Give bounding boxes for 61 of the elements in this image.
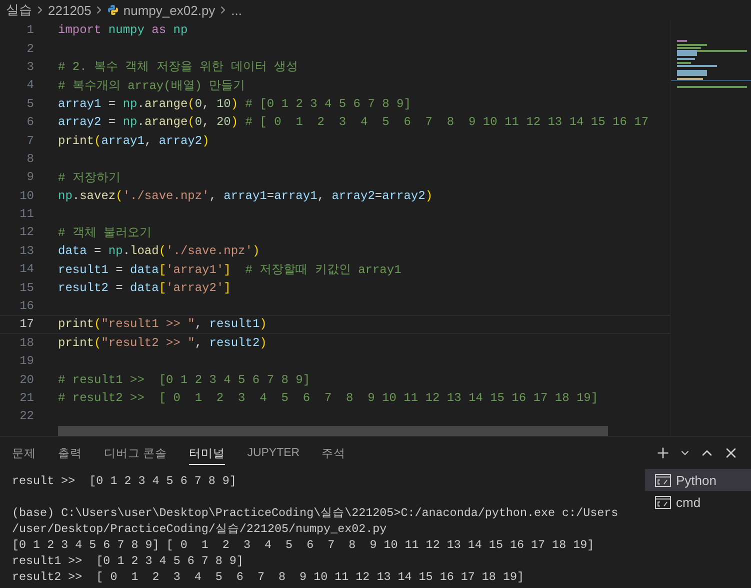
code-line: result2 = data['array2'] xyxy=(58,280,231,295)
code-line: print("result2 >> ", result2) xyxy=(58,336,267,350)
line-number: 16 xyxy=(18,299,34,314)
code-line: result1 = data['array1'] # 저장할때 키값인 array1 xyxy=(58,262,402,278)
panel-tab[interactable]: 터미널 xyxy=(189,442,226,464)
line-number: 14 xyxy=(18,262,34,276)
code-line: data = np.load('./save.npz') xyxy=(58,244,260,258)
panel-tab[interactable]: 문제 xyxy=(12,442,36,464)
breadcrumb-item[interactable]: 실습 xyxy=(6,1,32,19)
line-number: 11 xyxy=(18,207,34,222)
line-number: 10 xyxy=(18,188,34,203)
terminal-line: [0 1 2 3 4 5 6 7 8 9] [ 0 1 2 3 4 5 6 7 8 9 10 11 12 13 14 15 16 17 18 19] xyxy=(12,537,596,553)
python-file-icon xyxy=(107,4,120,16)
panel-tab[interactable]: JUPYTER xyxy=(247,443,300,463)
line-number: 20 xyxy=(18,372,34,387)
code-line: # result1 >> [0 1 2 3 4 5 6 7 8 9] xyxy=(58,372,310,387)
line-number: 21 xyxy=(18,391,34,405)
terminal-icon xyxy=(655,496,671,508)
plus-icon[interactable] xyxy=(655,445,671,461)
line-number: 22 xyxy=(18,409,34,424)
line-number: 2 xyxy=(26,42,34,56)
code-line: print(array1, array2) xyxy=(58,134,210,148)
terminal-line: result >> [0 1 2 3 4 5 6 7 8 9] xyxy=(12,473,238,489)
line-number: 1 xyxy=(26,23,34,38)
breadcrumb-item[interactable]: ... xyxy=(231,2,242,18)
horizontal-scrollbar[interactable] xyxy=(58,426,608,436)
line-number: 18 xyxy=(18,336,34,350)
code-line: # 객체 불러오기 xyxy=(58,225,152,241)
code-line: # 복수개의 array(배열) 만들기 xyxy=(58,78,246,94)
line-number: 5 xyxy=(26,96,34,111)
code-line: np.savez('./save.npz', array1=array1, array2=array2) xyxy=(58,188,433,203)
code-line: print("result1 >> ", result1) xyxy=(58,317,267,332)
line-number: 13 xyxy=(18,244,34,258)
terminal-list-item[interactable]: cmd xyxy=(645,491,751,513)
terminal-line: /user/Desktop/PracticeCoding/실습/221205/numpy_ex02.py xyxy=(12,521,388,537)
terminal-icon xyxy=(655,474,671,486)
panel-tab[interactable]: 주석 xyxy=(322,442,346,464)
breadcrumb-item[interactable]: 221205 xyxy=(48,2,92,18)
line-number: 19 xyxy=(18,354,34,368)
line-number: 4 xyxy=(26,78,34,92)
line-number: 15 xyxy=(18,280,34,295)
terminal-list-item[interactable]: Python xyxy=(645,469,751,491)
line-number: 3 xyxy=(26,60,34,74)
terminal-line: result1 >> [0 1 2 3 4 5 6 7 8 9] xyxy=(12,553,244,569)
panel-tab[interactable]: 디버그 콘솔 xyxy=(104,442,168,464)
code-line: array1 = np.arange(0, 10) # [0 1 2 3 4 5 6 7 8 9] xyxy=(58,96,411,111)
line-number: 6 xyxy=(26,115,34,130)
line-number: 8 xyxy=(26,152,34,166)
terminal-line: result2 >> [ 0 1 2 3 4 5 6 7 8 9 10 11 12 13 14 15 16 17 18 19] xyxy=(12,569,525,585)
code-line: # result2 >> [ 0 1 2 3 4 5 6 7 8 9 10 11 12 13 14 15 16 17 18 19] xyxy=(58,391,598,405)
line-number: 17 xyxy=(18,317,34,332)
line-number: 9 xyxy=(26,170,34,184)
code-line: array2 = np.arange(0, 20) # [ 0 1 2 3 4 5 6 7 8 9 10 11 12 13 14 15 16 17 xyxy=(58,115,649,130)
breadcrumb-item[interactable]: numpy_ex02.py xyxy=(107,2,216,18)
code-line: import numpy as np xyxy=(58,23,188,38)
code-line: # 저장하기 xyxy=(58,170,120,186)
line-number: 12 xyxy=(18,225,34,240)
line-number: 7 xyxy=(26,134,34,148)
panel-tab[interactable]: 출력 xyxy=(58,442,82,464)
code-line: # 2. 복수 객체 저장을 위한 데이터 생성 xyxy=(58,59,298,76)
terminal-line: (base) C:\Users\user\Desktop\PracticeCoding\실습\221205>C:/anaconda/python.exe c:/Users xyxy=(12,505,620,521)
